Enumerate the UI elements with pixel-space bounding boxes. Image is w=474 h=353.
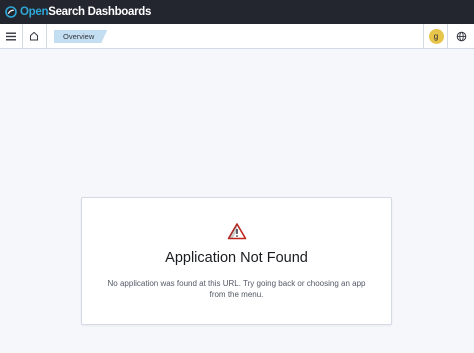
help-menu-button[interactable] [447,24,474,48]
help-globe-icon [456,31,466,41]
menu-toggle-button[interactable] [0,24,23,48]
brand-name: OpenSearch Dashboards [20,6,152,18]
user-menu-button[interactable]: g [423,24,448,48]
home-icon [30,31,38,41]
avatar: g [428,28,444,44]
warning-icon-wrapper [227,222,247,240]
opensearch-logo[interactable]: OpenSearch Dashboards [5,6,151,18]
top-header-bar: OpenSearch Dashboards [0,0,474,24]
opensearch-logo-icon [5,6,17,18]
warning-icon [227,223,247,240]
breadcrumb-overview[interactable]: Overview [54,30,107,43]
error-title: Application Not Found [165,250,308,266]
hamburger-menu-icon [6,32,16,40]
error-panel: Application Not Found No application was… [81,197,392,325]
home-button[interactable] [22,24,47,48]
navigation-bar: Overview g [0,24,474,49]
error-message: No application was found at this URL. Tr… [107,279,366,299]
